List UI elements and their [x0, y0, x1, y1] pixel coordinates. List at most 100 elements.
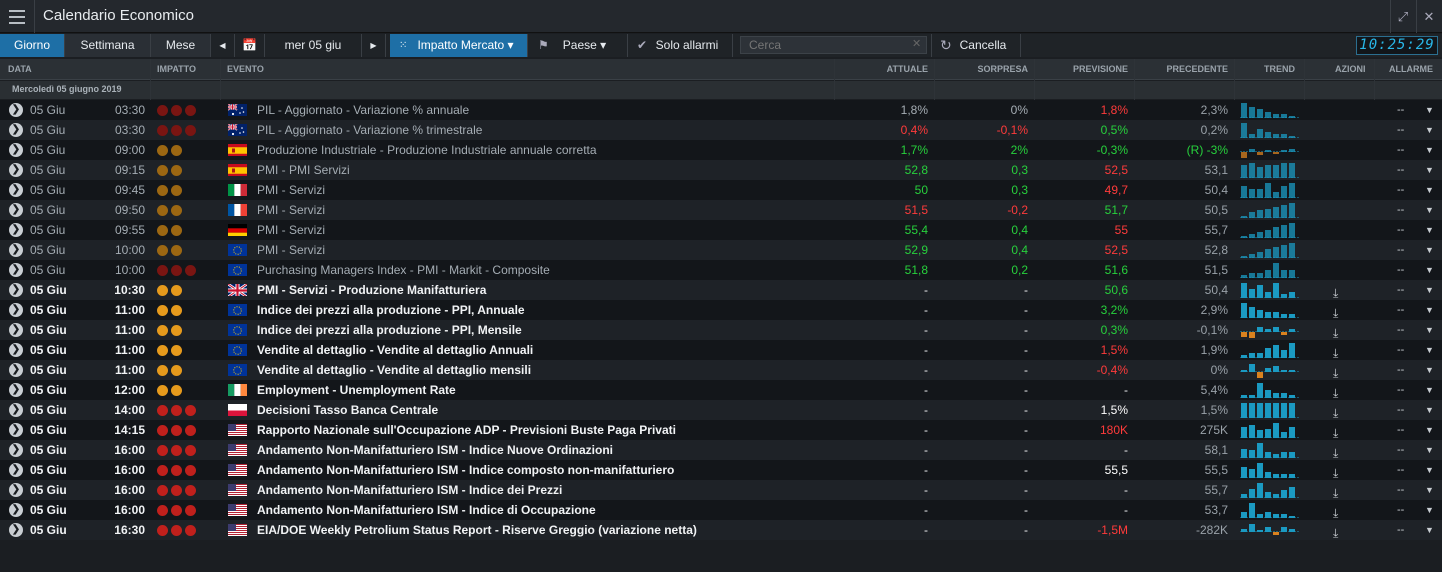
close-icon[interactable]: ✕ — [1416, 0, 1441, 33]
alarm-dropdown-icon[interactable]: ▼ — [1425, 460, 1434, 480]
event-name[interactable]: Indice dei prezzi alla produzione - PPI,… — [257, 320, 522, 340]
table-row[interactable]: ❯ 05 Giu 16:00 Andamento Non-Manifatturiero… — [0, 480, 1442, 500]
alarm-dropdown-icon[interactable]: ▼ — [1425, 300, 1434, 320]
next-date-button[interactable]: ▶ — [362, 34, 386, 57]
event-name[interactable]: Decisioni Tasso Banca Centrale — [257, 400, 438, 420]
col-event[interactable]: EVENTO — [227, 59, 264, 80]
alarm-dropdown-icon[interactable]: ▼ — [1425, 240, 1434, 260]
table-row[interactable]: ❯ 05 Giu 14:00 Decisioni Tasso Banca Centra… — [0, 400, 1442, 420]
alarm-value[interactable]: -- — [1397, 400, 1404, 420]
event-name[interactable]: EIA/DOE Weekly Petrolium Status Report -… — [257, 520, 697, 540]
alarm-dropdown-icon[interactable]: ▼ — [1425, 280, 1434, 300]
event-name[interactable]: Andamento Non-Manifatturiero ISM - Indic… — [257, 480, 562, 500]
table-row[interactable]: ❯ 05 Giu 09:55 PMI - Servizi 55,4 0,4 55 55,7 --… — [0, 220, 1442, 240]
alarm-dropdown-icon[interactable]: ▼ — [1425, 520, 1434, 540]
country-filter-dropdown[interactable]: ⚑ Paese ▾ — [528, 34, 628, 57]
alarms-only-toggle[interactable]: ✔ Solo allarmi — [628, 34, 733, 57]
chevron-right-icon[interactable]: ❯ — [9, 463, 23, 477]
alarm-dropdown-icon[interactable]: ▼ — [1425, 120, 1434, 140]
alarm-value[interactable]: -- — [1397, 220, 1404, 240]
chevron-right-icon[interactable]: ❯ — [9, 163, 23, 177]
alarm-dropdown-icon[interactable]: ▼ — [1425, 480, 1434, 500]
download-icon[interactable]: ⤓ — [1333, 523, 1338, 543]
alarm-dropdown-icon[interactable]: ▼ — [1425, 400, 1434, 420]
alarm-dropdown-icon[interactable]: ▼ — [1425, 340, 1434, 360]
chevron-right-icon[interactable]: ❯ — [9, 283, 23, 297]
table-row[interactable]: ❯ 05 Giu 09:45 PMI - Servizi 50 0,3 49,7 50,4 --… — [0, 180, 1442, 200]
alarm-value[interactable]: -- — [1397, 500, 1404, 520]
event-name[interactable]: Andamento Non-Manifatturiero ISM - Indic… — [257, 500, 596, 520]
chevron-right-icon[interactable]: ❯ — [9, 483, 23, 497]
alarm-dropdown-icon[interactable]: ▼ — [1425, 360, 1434, 380]
alarm-value[interactable]: -- — [1397, 140, 1404, 160]
chevron-right-icon[interactable]: ❯ — [9, 203, 23, 217]
chevron-right-icon[interactable]: ❯ — [9, 383, 23, 397]
cancel-button[interactable]: ↻ Cancella — [931, 34, 1021, 57]
expand-icon[interactable]: ⤢ — [1390, 0, 1415, 33]
table-row[interactable]: ❯ 05 Giu 16:00 Andamento Non-Manifatturiero… — [0, 440, 1442, 460]
alarm-dropdown-icon[interactable]: ▼ — [1425, 100, 1434, 120]
event-name[interactable]: PIL - Aggiornato - Variazione % annuale — [257, 100, 469, 120]
alarm-value[interactable]: -- — [1397, 240, 1404, 260]
tab-week[interactable]: Settimana — [65, 34, 151, 57]
alarm-dropdown-icon[interactable]: ▼ — [1425, 260, 1434, 280]
event-name[interactable]: PMI - Servizi — [257, 220, 325, 240]
event-name[interactable]: Vendite al dettaglio - Vendite al dettag… — [257, 340, 533, 360]
alarm-value[interactable]: -- — [1397, 520, 1404, 540]
chevron-right-icon[interactable]: ❯ — [9, 263, 23, 277]
table-row[interactable]: ❯ 05 Giu 16:00 Andamento Non-Manifatturiero… — [0, 460, 1442, 480]
event-name[interactable]: Employment - Unemployment Rate — [257, 380, 456, 400]
alarm-value[interactable]: -- — [1397, 180, 1404, 200]
chevron-right-icon[interactable]: ❯ — [9, 423, 23, 437]
tab-month[interactable]: Mese — [151, 34, 211, 57]
chevron-right-icon[interactable]: ❯ — [9, 303, 23, 317]
chevron-right-icon[interactable]: ❯ — [9, 143, 23, 157]
alarm-value[interactable]: -- — [1397, 280, 1404, 300]
chevron-right-icon[interactable]: ❯ — [9, 183, 23, 197]
table-row[interactable]: ❯ 05 Giu 03:30 PIL - Aggiornato - Variazion… — [0, 120, 1442, 140]
chevron-right-icon[interactable]: ❯ — [9, 223, 23, 237]
event-name[interactable]: PIL - Aggiornato - Variazione % trimestr… — [257, 120, 482, 140]
alarm-value[interactable]: -- — [1397, 440, 1404, 460]
search-input[interactable] — [740, 36, 927, 54]
alarm-dropdown-icon[interactable]: ▼ — [1425, 160, 1434, 180]
event-name[interactable]: Rapporto Nazionale sull'Occupazione ADP … — [257, 420, 676, 440]
chevron-right-icon[interactable]: ❯ — [9, 123, 23, 137]
table-row[interactable]: ❯ 05 Giu 09:50 PMI - Servizi 51,5 -0,2 51,7 50,… — [0, 200, 1442, 220]
impact-filter-dropdown[interactable]: ⁙ Impatto Mercato ▾ — [390, 34, 528, 57]
alarm-value[interactable]: -- — [1397, 420, 1404, 440]
alarm-dropdown-icon[interactable]: ▼ — [1425, 320, 1434, 340]
alarm-value[interactable]: -- — [1397, 120, 1404, 140]
alarm-dropdown-icon[interactable]: ▼ — [1425, 220, 1434, 240]
event-name[interactable]: Purchasing Managers Index - PMI - Markit… — [257, 260, 550, 280]
event-name[interactable]: PMI - Servizi - Produzione Manifatturier… — [257, 280, 486, 300]
prev-date-button[interactable]: ◀ — [211, 34, 235, 57]
alarm-dropdown-icon[interactable]: ▼ — [1425, 200, 1434, 220]
table-row[interactable]: ❯ 05 Giu 16:00 Andamento Non-Manifatturiero… — [0, 500, 1442, 520]
alarm-value[interactable]: -- — [1397, 320, 1404, 340]
alarm-value[interactable]: -- — [1397, 360, 1404, 380]
alarm-dropdown-icon[interactable]: ▼ — [1425, 380, 1434, 400]
alarm-value[interactable]: -- — [1397, 260, 1404, 280]
event-name[interactable]: PMI - PMI Servizi — [257, 160, 350, 180]
alarm-value[interactable]: -- — [1397, 160, 1404, 180]
chevron-right-icon[interactable]: ❯ — [9, 103, 23, 117]
event-name[interactable]: Indice dei prezzi alla produzione - PPI,… — [257, 300, 525, 320]
col-surprise[interactable]: SORPRESA — [938, 59, 1028, 80]
event-name[interactable]: Produzione Industriale - Produzione Indu… — [257, 140, 597, 160]
col-impact[interactable]: IMPATTO — [157, 59, 196, 80]
hamburger-icon[interactable] — [0, 0, 35, 33]
event-name[interactable]: Andamento Non-Manifatturiero ISM - Indic… — [257, 460, 674, 480]
col-actual[interactable]: ATTUALE — [838, 59, 928, 80]
table-row[interactable]: ❯ 05 Giu 11:00 Vendite al dettaglio - Vendi… — [0, 340, 1442, 360]
table-row[interactable]: ❯ 05 Giu 11:00 Indice dei prezzi alla produ… — [0, 320, 1442, 340]
chevron-right-icon[interactable]: ❯ — [9, 243, 23, 257]
col-previous[interactable]: PRECEDENTE — [1138, 59, 1228, 80]
chevron-right-icon[interactable]: ❯ — [9, 523, 23, 537]
table-row[interactable]: ❯ 05 Giu 16:30 EIA/DOE Weekly Petrolium Sta… — [0, 520, 1442, 540]
event-name[interactable]: Vendite al dettaglio - Vendite al dettag… — [257, 360, 531, 380]
table-row[interactable]: ❯ 05 Giu 10:00 PMI - Servizi 52,9 0,4 52,5 52,8… — [0, 240, 1442, 260]
table-row[interactable]: ❯ 05 Giu 12:00 Employment - Unemployment Ra… — [0, 380, 1442, 400]
alarm-value[interactable]: -- — [1397, 200, 1404, 220]
table-row[interactable]: ❯ 05 Giu 11:00 Vendite al dettaglio - Vendi… — [0, 360, 1442, 380]
